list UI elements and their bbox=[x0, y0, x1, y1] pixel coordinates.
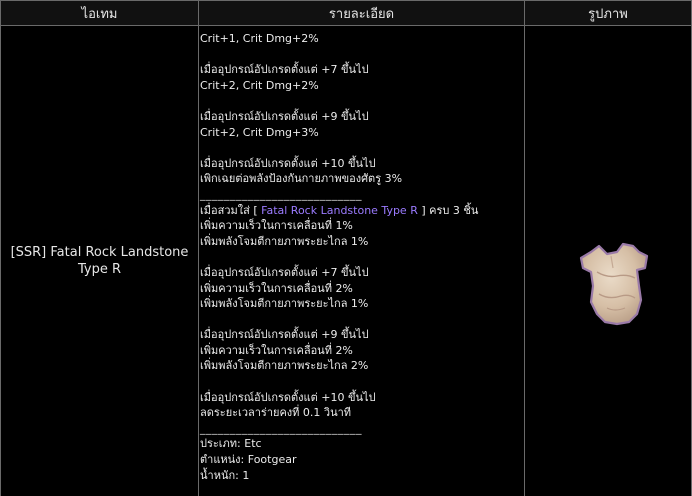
detail-line: เพิ่มพลังโจมตีกายภาพระยะไกล 2% bbox=[200, 359, 369, 373]
header-item: ไอเทม bbox=[1, 1, 199, 25]
divider: ___________________________ bbox=[200, 187, 362, 201]
item-details-cell: Crit+1, Crit Dmg+2% เมื่ออุปกรณ์อัปเกรดต… bbox=[199, 26, 525, 496]
detail-line: เพิ่มความเร็วในการเคลื่อนที่ 1% bbox=[200, 219, 353, 233]
item-name-cell: [SSR] Fatal Rock Landstone Type R bbox=[1, 26, 199, 496]
detail-line: เมื่ออุปกรณ์อัปเกรดตั้งแต่ +7 ขึ้นไป bbox=[200, 265, 369, 279]
detail-line: Crit+2, Crit Dmg+3% bbox=[200, 125, 319, 139]
detail-line: เพิกเฉยต่อพลังป้องกันกายภาพของศัตรู 3% bbox=[200, 172, 403, 186]
detail-line: เพิ่มความเร็วในการเคลื่อนที่ 2% bbox=[200, 343, 353, 357]
item-position: ตำแหน่ง: Footgear bbox=[200, 453, 297, 467]
header-image: รูปภาพ bbox=[588, 6, 628, 22]
item-name: [SSR] Fatal Rock Landstone Type R bbox=[10, 245, 189, 277]
rock-armor-icon bbox=[579, 242, 649, 326]
detail-line: เมื่ออุปกรณ์อัปเกรดตั้งแต่ +9 ขึ้นไป bbox=[200, 109, 369, 123]
detail-line: เพิ่มความเร็วในการเคลื่อนที่ 2% bbox=[200, 281, 353, 295]
table-row: [SSR] Fatal Rock Landstone Type R Crit+1… bbox=[1, 26, 691, 496]
set-bonus-line: เมื่อสวมใส่ [ Fatal Rock Landstone Type … bbox=[200, 203, 524, 219]
detail-line: เมื่ออุปกรณ์อัปเกรดตั้งแต่ +9 ขึ้นไป bbox=[200, 328, 369, 342]
detail-line: ลดระยะเวลาร่ายคงที่ 0.1 วินาที bbox=[200, 406, 352, 420]
divider: ___________________________ bbox=[200, 421, 362, 435]
item-type: ประเภท: Etc bbox=[200, 437, 262, 451]
table-header: ไอเทม รายละเอียด รูปภาพ bbox=[1, 0, 691, 26]
set-suffix: ] ครบ 3 ชิ้น bbox=[417, 203, 479, 217]
header-details: รายละเอียด bbox=[199, 1, 525, 25]
set-name-link[interactable]: Fatal Rock Landstone Type R bbox=[261, 204, 418, 217]
detail-line: Crit+1, Crit Dmg+2% bbox=[200, 32, 319, 45]
detail-line: เมื่ออุปกรณ์อัปเกรดตั้งแต่ +7 ขึ้นไป bbox=[200, 63, 369, 77]
detail-line: เพิ่มพลังโจมตีกายภาพระยะไกล 1% bbox=[200, 297, 369, 311]
item-image-cell bbox=[525, 26, 691, 496]
detail-line: เมื่ออุปกรณ์อัปเกรดตั้งแต่ +10 ขึ้นไป bbox=[200, 156, 376, 170]
detail-line: เมื่ออุปกรณ์อัปเกรดตั้งแต่ +10 ขึ้นไป bbox=[200, 390, 376, 404]
detail-line: Crit+2, Crit Dmg+2% bbox=[200, 78, 319, 92]
set-prefix: เมื่อสวมใส่ [ bbox=[200, 203, 262, 217]
item-table: ไอเทม รายละเอียด รูปภาพ [SSR] Fatal Rock… bbox=[0, 0, 692, 496]
item-weight: น้ำหนัก: 1 bbox=[200, 468, 250, 482]
detail-line: เพิ่มพลังโจมตีกายภาพระยะไกล 1% bbox=[200, 234, 369, 248]
